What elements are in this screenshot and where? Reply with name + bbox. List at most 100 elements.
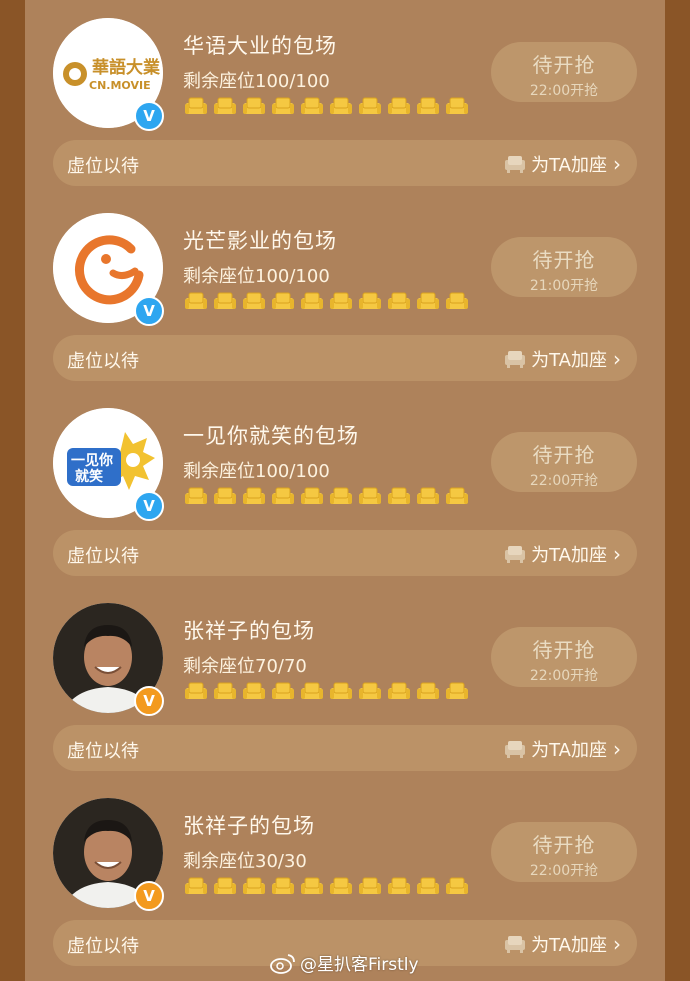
add-seat-link[interactable]: 为TA加座 › <box>503 541 621 567</box>
seat-icon <box>243 97 265 114</box>
seat-icon <box>243 292 265 309</box>
grab-button[interactable]: 待开抢 22:00开抢 <box>491 627 637 687</box>
vacancy-bar: 虚位以待 为TA加座 › <box>53 725 637 771</box>
remaining-seats: 剩余座位30/30 <box>183 851 307 872</box>
remaining-seats: 剩余座位100/100 <box>183 266 330 287</box>
screening-title: 光芒影业的包场 <box>183 229 337 253</box>
seat-icon <box>301 877 323 894</box>
seat-icon <box>272 877 294 894</box>
add-seat-link[interactable]: 为TA加座 › <box>503 736 621 762</box>
add-seat-label: 为TA加座 <box>531 350 607 371</box>
left-border <box>0 0 25 981</box>
seat-icon <box>214 877 236 894</box>
seat-icon <box>330 682 352 699</box>
grab-time: 22:00开抢 <box>529 473 599 489</box>
seat-icon <box>214 487 236 504</box>
remaining-seats: 剩余座位100/100 <box>183 461 330 482</box>
grab-button[interactable]: 待开抢 21:00开抢 <box>491 237 637 297</box>
watermark: @星扒客Firstly <box>270 950 419 975</box>
sofa-icon <box>505 156 526 173</box>
seat-icon <box>359 292 381 309</box>
sofa-icon <box>505 351 526 368</box>
seat-icon <box>388 877 410 894</box>
seat-icon <box>417 487 439 504</box>
verified-badge-icon: V <box>134 881 164 911</box>
right-border <box>665 0 690 981</box>
seat-icon <box>272 487 294 504</box>
grab-time: 22:00开抢 <box>529 668 599 684</box>
seat-icon <box>359 97 381 114</box>
seat-icon <box>272 97 294 114</box>
grab-button-label: 待开抢 <box>532 248 596 272</box>
seat-icon <box>417 682 439 699</box>
add-seat-link[interactable]: 为TA加座 › <box>503 346 621 372</box>
seat-icon <box>214 292 236 309</box>
grab-button-label: 待开抢 <box>532 638 596 662</box>
sofa-icon <box>505 546 526 563</box>
seat-row <box>184 877 469 897</box>
screening-item: V 光芒影业的包场 剩余座位100/100 待开抢 21:00开抢 虚位以待 为… <box>25 195 665 390</box>
chevron-right-icon: › <box>613 542 621 566</box>
seat-icon <box>446 877 468 894</box>
grab-time: 21:00开抢 <box>529 278 599 294</box>
seat-icon <box>359 877 381 894</box>
chevron-right-icon: › <box>613 347 621 371</box>
seat-row <box>184 682 469 702</box>
screening-item: V 张祥子的包场 剩余座位70/70 待开抢 22:00开抢 虚位以待 为TA加… <box>25 585 665 780</box>
logo-en-text: CN.MOVIE <box>89 79 151 92</box>
grab-button[interactable]: 待开抢 22:00开抢 <box>491 822 637 882</box>
seat-icon <box>243 682 265 699</box>
seat-icon <box>388 97 410 114</box>
seat-icon <box>214 682 236 699</box>
sofa-icon <box>505 936 526 953</box>
screening-title: 华语大业的包场 <box>183 34 337 58</box>
screening-list: 華語大業 CN.MOVIE V 华语大业的包场 剩余座位100/100 待开抢 … <box>25 0 665 981</box>
remaining-seats: 剩余座位100/100 <box>183 71 330 92</box>
seat-icon <box>185 292 207 309</box>
seat-icon <box>214 97 236 114</box>
logo-line2: 就笑 <box>75 468 103 485</box>
remaining-seats: 剩余座位70/70 <box>183 656 307 677</box>
add-seat-label: 为TA加座 <box>531 155 607 176</box>
seat-icon <box>388 682 410 699</box>
verified-badge-icon: V <box>134 296 164 326</box>
seat-row <box>184 292 469 312</box>
seat-icon <box>272 682 294 699</box>
seat-icon <box>301 487 323 504</box>
vacancy-bar: 虚位以待 为TA加座 › <box>53 140 637 186</box>
grab-button[interactable]: 待开抢 22:00开抢 <box>491 432 637 492</box>
seat-icon <box>446 682 468 699</box>
seat-icon <box>388 487 410 504</box>
seat-icon <box>243 877 265 894</box>
add-seat-label: 为TA加座 <box>531 740 607 761</box>
seat-icon <box>330 97 352 114</box>
seat-icon <box>272 292 294 309</box>
vacancy-label: 虚位以待 <box>67 546 139 567</box>
seat-icon <box>185 682 207 699</box>
add-seat-link[interactable]: 为TA加座 › <box>503 151 621 177</box>
chevron-right-icon: › <box>613 152 621 176</box>
grab-time: 22:00开抢 <box>529 83 599 99</box>
grab-button-label: 待开抢 <box>532 443 596 467</box>
seat-icon <box>330 487 352 504</box>
sofa-icon <box>505 741 526 758</box>
grab-button[interactable]: 待开抢 22:00开抢 <box>491 42 637 102</box>
grab-time: 22:00开抢 <box>529 863 599 879</box>
seat-icon <box>417 292 439 309</box>
seat-icon <box>446 97 468 114</box>
seat-icon <box>417 877 439 894</box>
watermark-text: @星扒客Firstly <box>300 955 419 975</box>
seat-icon <box>185 877 207 894</box>
screening-item: V 张祥子的包场 剩余座位30/30 待开抢 22:00开抢 虚位以待 为TA加… <box>25 780 665 975</box>
seat-icon <box>330 292 352 309</box>
screening-title: 张祥子的包场 <box>183 619 315 643</box>
logo-line1: 一见你 <box>71 452 113 469</box>
seat-icon <box>243 487 265 504</box>
seat-row <box>184 487 469 507</box>
seat-row <box>184 97 469 117</box>
add-seat-link[interactable]: 为TA加座 › <box>503 931 621 957</box>
vacancy-label: 虚位以待 <box>67 741 139 762</box>
seat-icon <box>185 97 207 114</box>
vacancy-label: 虚位以待 <box>67 156 139 177</box>
seat-icon <box>301 292 323 309</box>
